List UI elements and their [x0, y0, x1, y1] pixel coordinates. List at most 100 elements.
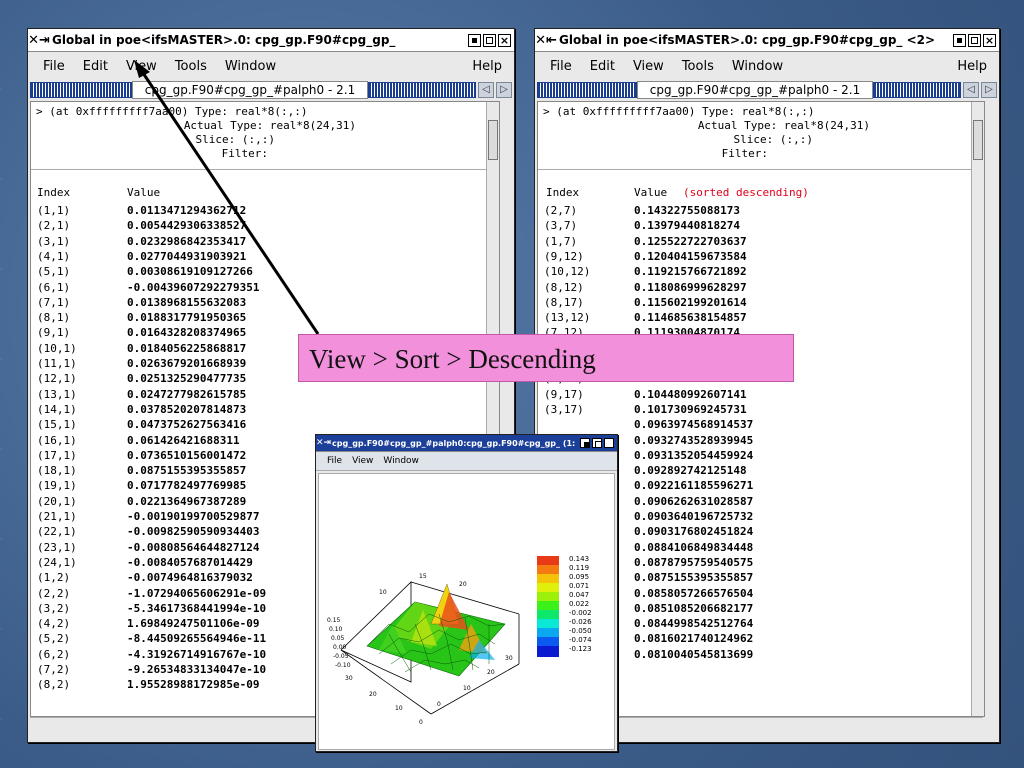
left-title-bar[interactable]: ✕⇥ Global in poe<ifsMASTER>.0: cpg_gp.F9…: [28, 29, 514, 52]
row-value: -0.00982590590934403: [127, 525, 260, 539]
row-value: 0.0878795759540575: [634, 555, 754, 569]
row-value: -0.00439607292279351: [127, 280, 260, 294]
right-info-line2: Actual Type: real*8(24,31): [697, 119, 870, 132]
scroll-thumb[interactable]: [488, 120, 498, 160]
row-index: (1,7): [544, 234, 578, 248]
close-button[interactable]: ×: [498, 33, 511, 47]
row-value: 0.0931352054459924: [634, 448, 754, 462]
row-index: (7,2): [37, 663, 71, 676]
menu-view[interactable]: View: [347, 456, 378, 466]
menu-file[interactable]: File: [34, 59, 74, 74]
row-index: (9,1): [37, 326, 71, 340]
row-value: 0.114685638154857: [634, 311, 747, 325]
left-info-line1: > (at 0xfffffffff7aa00) Type: real*8(:,:…: [36, 105, 308, 118]
row-index: (6,2): [37, 647, 71, 661]
callout-box: View > Sort > Descending: [298, 334, 794, 382]
tab-nav: ◁ ▷: [963, 82, 997, 98]
legend-label: 0.143: [569, 555, 590, 563]
menu-view[interactable]: View: [117, 59, 166, 74]
left-info-line2: Actual Type: real*8(24,31): [183, 119, 356, 132]
menu-edit[interactable]: Edit: [581, 59, 624, 74]
plot-canvas[interactable]: 0.15 0.10 0.05 0.00 -0.05 -0.10 30 20 10…: [318, 473, 615, 750]
row-value: 0.0922161185596271: [634, 479, 754, 493]
sort-note: (sorted descending): [683, 186, 809, 199]
right-title-bar[interactable]: ✕⇤ Global in poe<ifsMASTER>.0: cpg_gp.F9…: [535, 29, 999, 52]
row-value: 0.0232986842353417: [127, 234, 247, 248]
menu-tools[interactable]: Tools: [166, 59, 216, 74]
tab-stripe: [537, 82, 637, 98]
row-value: -0.00190199700529877: [127, 510, 260, 523]
row-index: (3,2): [37, 601, 71, 615]
menu-help[interactable]: Help: [948, 59, 999, 74]
row-index: (5,1): [37, 265, 71, 279]
legend-label: -0.123: [569, 645, 592, 653]
row-value: 0.0903640196725732: [634, 510, 754, 523]
menu-window[interactable]: Window: [723, 59, 792, 74]
row-index: (1,1): [37, 204, 71, 217]
row-index: (14,1): [37, 402, 77, 416]
left-info-line4: Filter:: [221, 147, 268, 160]
row-index: (3,1): [37, 234, 71, 248]
maximize-button[interactable]: [968, 33, 981, 47]
legend-label: 0.119: [569, 564, 590, 572]
menu-tools[interactable]: Tools: [673, 59, 723, 74]
row-index: (2,1): [37, 219, 71, 233]
menu-file[interactable]: File: [322, 456, 347, 466]
row-index: (1,2): [37, 571, 71, 585]
row-index: (21,1): [37, 510, 77, 523]
tab-prev-icon[interactable]: ◁: [478, 82, 494, 98]
legend-label: -0.026: [569, 618, 592, 626]
row-value: 0.092892742125148: [634, 464, 747, 478]
minimize-button[interactable]: [953, 33, 966, 47]
right-info-line3: Slice: (:,:): [733, 133, 813, 146]
front-tick-label: 20: [369, 691, 377, 698]
right-tab[interactable]: cpg_gp.F90#cpg_gp_#palph0 - 2.1: [637, 81, 873, 99]
tab-prev-icon[interactable]: ◁: [963, 82, 979, 98]
menu-help[interactable]: Help: [463, 59, 514, 74]
menu-window[interactable]: Window: [378, 456, 424, 466]
row-value: -0.0084057687014429: [127, 555, 253, 569]
row-index: (12,1): [37, 372, 77, 386]
plot-title-bar[interactable]: ✕⇥ cpg_gp.F90#cpg_gp_#palph0:cpg_gp.F90#…: [316, 435, 617, 452]
row-index: (9,12): [544, 249, 584, 263]
menu-file[interactable]: File: [541, 59, 581, 74]
tab-nav: ◁ ▷: [478, 82, 512, 98]
row-value: 0.0736510156001472: [127, 448, 247, 462]
row-index: (22,1): [37, 525, 77, 539]
minimize-button[interactable]: [468, 33, 481, 47]
tab-next-icon[interactable]: ▷: [981, 82, 997, 98]
left-tab[interactable]: cpg_gp.F90#cpg_gp_#palph0 - 2.1: [132, 81, 368, 99]
y-tick-label: -0.05: [333, 653, 349, 660]
menu-view[interactable]: View: [624, 59, 673, 74]
menu-edit[interactable]: Edit: [74, 59, 117, 74]
row-value: 0.0113471294362712: [127, 204, 247, 217]
row-index: (10,1): [37, 341, 77, 355]
left-col-value: Value: [127, 186, 161, 199]
row-value: 0.0473752627563416: [127, 418, 247, 432]
maximize-button[interactable]: [592, 438, 602, 448]
row-value: 0.00308619109127266: [127, 265, 253, 279]
minimize-button[interactable]: [580, 438, 590, 448]
left-window-title: Global in poe<ifsMASTER>.0: cpg_gp.F90#c…: [52, 33, 396, 47]
row-value: 0.0251325290477735: [127, 372, 247, 386]
row-value: 0.0184056225868817: [127, 341, 247, 355]
row-index: (8,12): [544, 280, 584, 294]
right-info-line1: > (at 0xfffffffff7aa00) Type: real*8(:,:…: [543, 105, 815, 118]
legend-label: 0.095: [569, 573, 590, 581]
row-value: 0.0903176802451824: [634, 525, 754, 539]
row-index: (19,1): [37, 479, 77, 493]
right-vertical-scrollbar[interactable]: [971, 102, 984, 716]
row-value: 0.104480992607141: [634, 387, 747, 401]
row-value: 0.0188317791950365: [127, 311, 247, 325]
maximize-button[interactable]: [483, 33, 496, 47]
close-button[interactable]: ×: [604, 438, 614, 448]
scroll-thumb[interactable]: [973, 120, 983, 160]
tab-next-icon[interactable]: ▷: [496, 82, 512, 98]
row-value: 0.0875155395355857: [127, 464, 247, 478]
row-index: (17,1): [37, 448, 77, 462]
surface-mesh: [366, 583, 506, 677]
row-index: (9,17): [544, 387, 584, 401]
menu-window[interactable]: Window: [216, 59, 285, 74]
close-button[interactable]: ×: [983, 33, 996, 47]
row-value: -5.34617368441994e-10: [127, 601, 267, 615]
